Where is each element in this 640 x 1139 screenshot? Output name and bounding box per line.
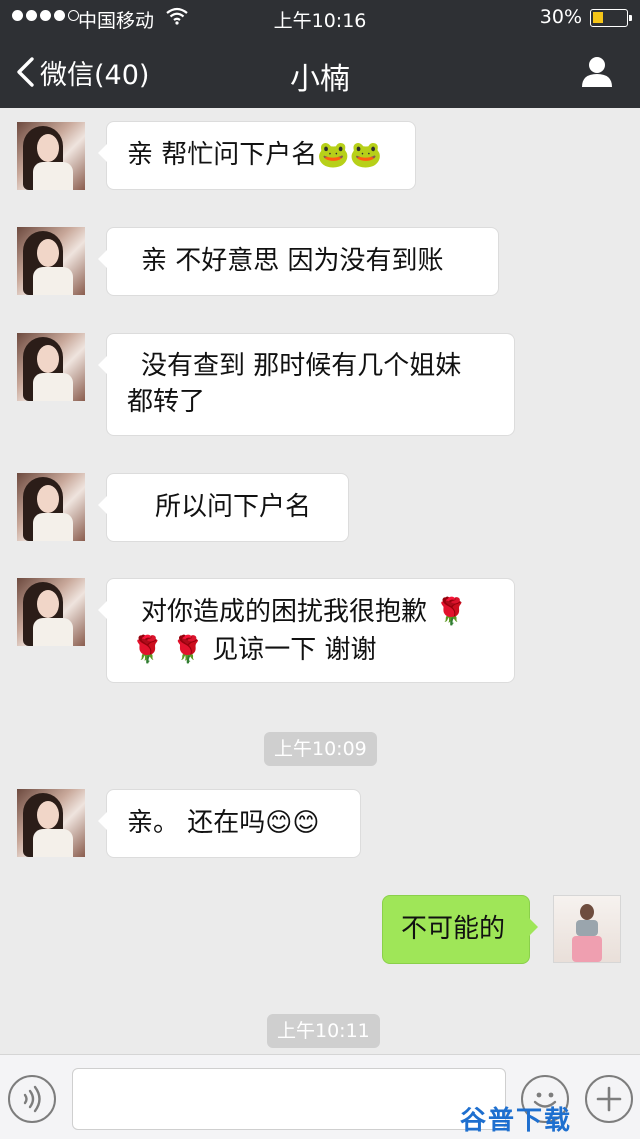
status-bar: 中国移动 上午10:16 30% bbox=[0, 0, 640, 36]
message-text: 没有查到 那时候有几个姐妹 bbox=[141, 351, 462, 381]
my-avatar[interactable] bbox=[553, 895, 621, 963]
more-button[interactable] bbox=[585, 1075, 633, 1123]
message-text: 🌹 🌹 见谅一下 谢谢 bbox=[131, 635, 377, 665]
timestamp: 上午10:11 bbox=[267, 1014, 380, 1048]
contact-avatar[interactable] bbox=[17, 333, 85, 401]
voice-button[interactable] bbox=[8, 1075, 56, 1123]
message-bubble[interactable]: 没有查到 那时候有几个姐妹 都转了 bbox=[98, 333, 515, 436]
message-bubble[interactable]: 所以问下户名 bbox=[98, 473, 349, 542]
plus-icon bbox=[596, 1086, 622, 1112]
message-text: 所以问下户名 bbox=[155, 492, 312, 522]
person-icon[interactable] bbox=[580, 54, 614, 88]
watermark: 谷普下载 bbox=[460, 1106, 573, 1136]
voice-icon bbox=[23, 1085, 41, 1113]
nav-bar: 微信(40) 小楠 bbox=[0, 36, 640, 108]
contact-avatar[interactable] bbox=[17, 473, 85, 541]
message-text: 亲。 还在吗😊😊 bbox=[127, 808, 320, 838]
message-bubble[interactable]: 亲。 还在吗😊😊 bbox=[98, 789, 361, 858]
contact-avatar[interactable] bbox=[17, 789, 85, 857]
message-text: 对你造成的困扰我很抱歉 🌹 bbox=[141, 597, 468, 627]
message-text: 亲 帮忙问下户名 bbox=[127, 140, 318, 170]
chat-title: 小楠 bbox=[290, 62, 350, 97]
contact-avatar[interactable] bbox=[17, 122, 85, 190]
message-text: 不可能的 bbox=[401, 914, 506, 944]
message-bubble[interactable]: 对你造成的困扰我很抱歉 🌹 🌹 🌹 见谅一下 谢谢 bbox=[98, 578, 515, 683]
contact-avatar[interactable] bbox=[17, 227, 85, 295]
frog-emoji-icon: 🐸🐸 bbox=[317, 140, 383, 170]
battery-icon bbox=[590, 9, 632, 27]
contact-avatar[interactable] bbox=[17, 578, 85, 646]
message-text: 亲 不好意思 因为没有到账 bbox=[141, 246, 444, 276]
message-input[interactable] bbox=[72, 1068, 506, 1130]
timestamp: 上午10:09 bbox=[264, 732, 377, 766]
message-bubble[interactable]: 亲 不好意思 因为没有到账 bbox=[98, 227, 499, 296]
message-text: 都转了 bbox=[127, 387, 206, 417]
battery-percent: 30% bbox=[539, 6, 582, 28]
message-bubble[interactable]: 亲 帮忙问下户名🐸🐸 bbox=[98, 121, 416, 190]
top-bar: 中国移动 上午10:16 30% 微信(40) 小楠 bbox=[0, 0, 640, 108]
my-message-bubble[interactable]: 不可能的 bbox=[382, 895, 538, 964]
